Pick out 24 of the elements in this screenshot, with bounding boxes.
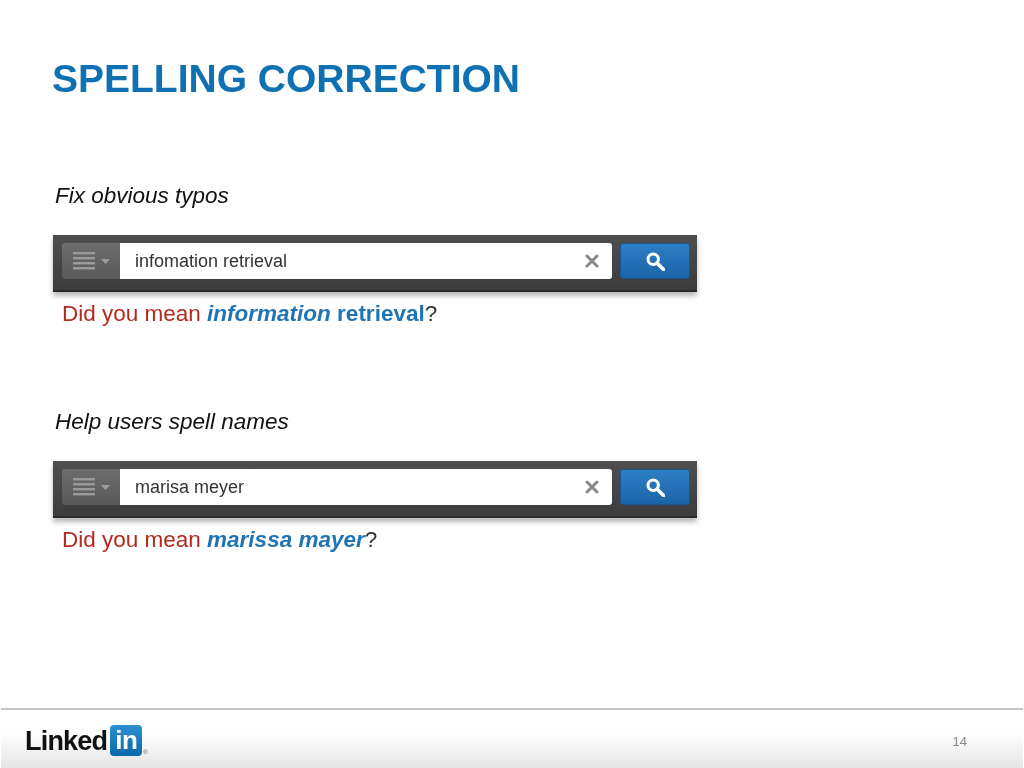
search-field[interactable]: marisa meyer <box>120 469 612 505</box>
page-number: 14 <box>952 733 967 749</box>
clear-icon[interactable] <box>585 254 599 268</box>
did-you-mean-text: Did you mean information retrieval? <box>62 301 438 327</box>
clear-icon[interactable] <box>585 480 599 494</box>
menu-button[interactable] <box>62 469 120 505</box>
logo-badge: in <box>110 724 143 756</box>
did-you-mean-text: Did you mean marissa mayer? <box>62 527 378 553</box>
search-icon <box>645 251 665 271</box>
caption-text: Fix obvious typos <box>55 183 229 209</box>
logo-text: Linked <box>25 725 108 756</box>
caption-text: Help users spell names <box>55 409 289 435</box>
caret-icon <box>100 484 110 490</box>
slide-title: SPELLING CORRECTION <box>52 56 521 102</box>
search-button[interactable] <box>620 243 690 279</box>
search-button[interactable] <box>620 469 690 505</box>
menu-icon <box>72 478 95 496</box>
search-icon <box>645 477 665 497</box>
search-field[interactable]: infomation retrieval <box>120 243 612 279</box>
suggestion-link[interactable]: marissa mayer <box>207 527 365 552</box>
caret-icon <box>100 258 110 264</box>
menu-button[interactable] <box>62 243 120 279</box>
menu-icon <box>72 252 95 270</box>
suggestion-link[interactable]: information retrieval <box>207 301 425 326</box>
